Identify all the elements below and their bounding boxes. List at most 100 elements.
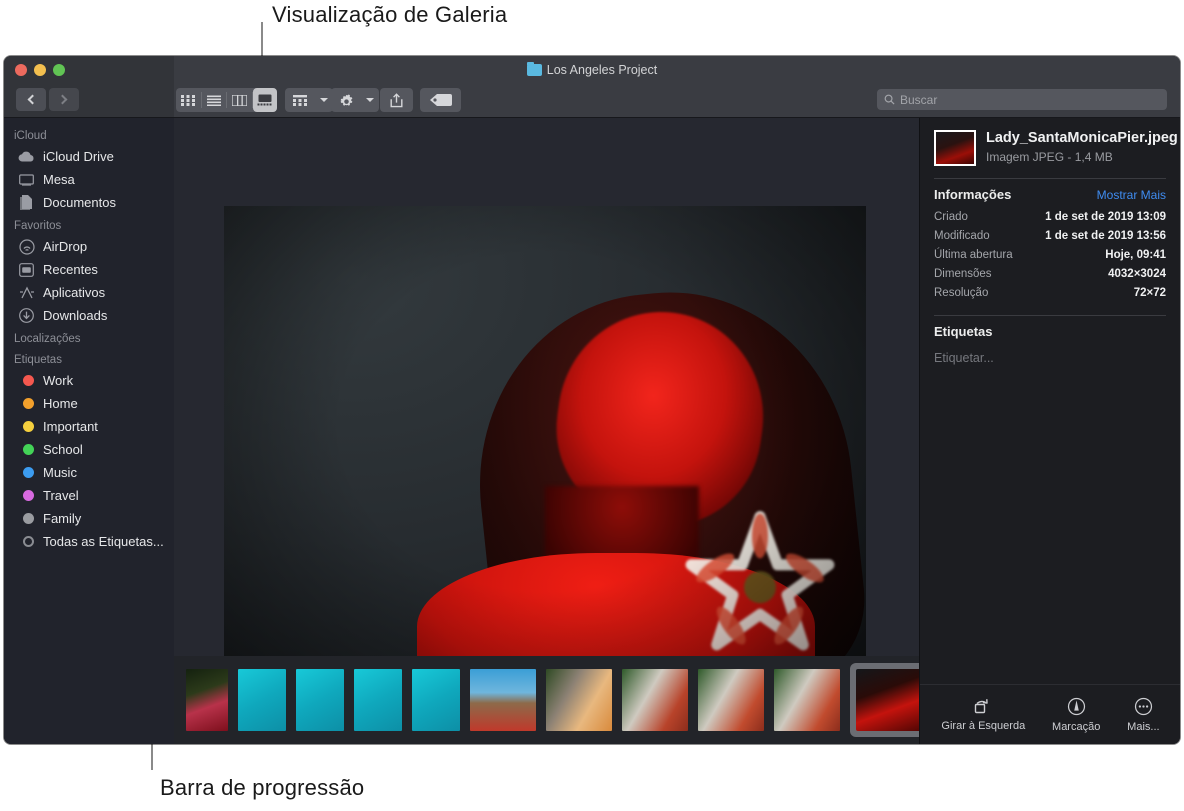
sidebar-item-label: Music — [43, 465, 77, 480]
finder-window: Los Angeles Project Buscar iCloud iCloud… — [4, 56, 1180, 744]
window-title-group: Los Angeles Project — [4, 56, 1180, 83]
sidebar-tag-all-tags[interactable]: Todas as Etiquetas... — [4, 530, 174, 553]
chevron-down-icon — [320, 98, 328, 102]
tag-dot-icon — [18, 487, 35, 504]
sidebar-item-desktop[interactable]: Mesa — [4, 168, 174, 191]
sidebar[interactable]: iCloud iCloud Drive Mesa Documentos Favo… — [4, 118, 174, 744]
sidebar-item-downloads[interactable]: Downloads — [4, 304, 174, 327]
applications-icon — [18, 284, 35, 301]
documents-icon — [18, 194, 35, 211]
more-action[interactable]: Mais... — [1127, 697, 1160, 733]
annotation-progress-bar: Barra de progressão — [160, 775, 365, 800]
quick-actions-bar: Girar à Esquerda Marcação Mais... — [920, 684, 1180, 744]
thumbnail-12-selected[interactable] — [850, 663, 919, 737]
sidebar-item-airdrop[interactable]: AirDrop — [4, 235, 174, 258]
toolbar: Buscar — [4, 83, 1180, 118]
share-button[interactable] — [380, 88, 413, 112]
info-row-dimensions: Dimensões 4032×3024 — [934, 265, 1166, 284]
back-chevron-icon — [27, 94, 38, 105]
sidebar-tag-important[interactable]: Important — [4, 415, 174, 438]
info-row-last-opened: Última abertura Hoje, 09:41 — [934, 246, 1166, 265]
preview-image[interactable] — [224, 206, 866, 688]
folder-icon — [526, 61, 542, 76]
info-row-key: Última abertura — [934, 249, 1013, 261]
thumbnail-4[interactable] — [354, 669, 402, 731]
sidebar-tag-music[interactable]: Music — [4, 461, 174, 484]
rotate-left-icon — [975, 699, 988, 714]
thumbnail-5[interactable] — [412, 669, 460, 731]
info-section: Informações Mostrar Mais Criado 1 de set… — [920, 179, 1180, 303]
tag-dot-icon — [18, 441, 35, 458]
action-label: Marcação — [1052, 720, 1101, 733]
forward-button[interactable] — [49, 88, 79, 111]
sidebar-item-label: Travel — [43, 488, 79, 503]
search-placeholder: Buscar — [900, 92, 938, 107]
info-row-resolution: Resolução 72×72 — [934, 284, 1166, 303]
sidebar-header-locations: Localizações — [14, 333, 81, 345]
icon-view-button[interactable] — [176, 88, 201, 112]
show-more-link[interactable]: Mostrar Mais — [1097, 188, 1166, 202]
tag-icon — [429, 94, 452, 106]
list-lines-icon — [206, 95, 221, 106]
sidebar-item-recents[interactable]: Recentes — [4, 258, 174, 281]
column-view-button[interactable] — [227, 88, 252, 112]
sidebar-tag-school[interactable]: School — [4, 438, 174, 461]
tag-input-placeholder[interactable]: Etiquetar... — [934, 345, 1166, 365]
sidebar-tag-home[interactable]: Home — [4, 392, 174, 415]
tag-button[interactable] — [420, 88, 461, 112]
tag-dot-icon — [18, 372, 35, 389]
sidebar-item-applications[interactable]: Aplicativos — [4, 281, 174, 304]
sidebar-item-documents[interactable]: Documentos — [4, 191, 174, 214]
title-bar: Los Angeles Project — [4, 56, 1180, 83]
sidebar-header-tags: Etiquetas — [14, 354, 62, 366]
tags-section-header: Etiquetas — [934, 316, 1166, 345]
markup-action[interactable]: Marcação — [1052, 697, 1100, 733]
chevron-down-icon — [366, 98, 374, 102]
thumbnail-2[interactable] — [238, 669, 286, 731]
thumbnail-8[interactable] — [622, 669, 688, 731]
airdrop-icon — [18, 238, 35, 255]
search-field[interactable]: Buscar — [877, 89, 1167, 110]
sidebar-tag-family[interactable]: Family — [4, 507, 174, 530]
tag-dot-icon — [18, 395, 35, 412]
sidebar-tag-travel[interactable]: Travel — [4, 484, 174, 507]
gear-icon-wrap — [331, 88, 361, 112]
sidebar-tag-work[interactable]: Work — [4, 369, 174, 392]
info-row-key: Resolução — [934, 287, 989, 299]
thumbnail-3[interactable] — [296, 669, 344, 731]
back-button[interactable] — [16, 88, 46, 111]
thumbnail-6[interactable] — [470, 669, 536, 731]
gallery-icon — [257, 94, 272, 106]
tag-dot-icon — [18, 418, 35, 435]
filmstrip[interactable] — [174, 656, 919, 744]
thumbnail-7[interactable] — [546, 669, 612, 731]
list-view-button[interactable] — [202, 88, 227, 112]
info-row-key: Modificado — [934, 230, 990, 242]
sidebar-item-icloud-drive[interactable]: iCloud Drive — [4, 145, 174, 168]
window-title: Los Angeles Project — [546, 62, 658, 77]
rotate-left-action[interactable]: Girar à Esquerda — [941, 697, 1025, 732]
sidebar-header-favorites: Favoritos — [14, 220, 62, 232]
info-section-header: Informações Mostrar Mais — [934, 179, 1166, 208]
info-row-created: Criado 1 de set de 2019 13:09 — [934, 208, 1166, 227]
sidebar-item-label: Important — [43, 419, 98, 434]
icon-grid-icon — [181, 94, 196, 106]
action-menu-button[interactable] — [331, 88, 379, 112]
share-icon — [390, 92, 403, 107]
sidebar-item-label: School — [43, 442, 83, 457]
group-items-icon-wrap — [285, 88, 315, 112]
thumbnail-9[interactable] — [698, 669, 764, 731]
thumbnail-1[interactable] — [186, 669, 228, 731]
info-row-key: Dimensões — [934, 268, 992, 280]
info-row-key: Criado — [934, 211, 968, 223]
info-row-value: 1 de set de 2019 13:56 — [1045, 230, 1166, 242]
sidebar-item-label: Documentos — [43, 195, 116, 210]
view-mode-segmented-control — [176, 88, 278, 112]
group-items-icon — [293, 94, 307, 106]
info-header: Lady_SantaMonicaPier.jpeg Imagem JPEG - … — [920, 118, 1180, 166]
thumbnail-10[interactable] — [774, 669, 840, 731]
gallery-view-button[interactable] — [252, 88, 278, 112]
group-by-button[interactable] — [285, 88, 333, 112]
sidebar-item-label: Recentes — [43, 262, 98, 277]
sidebar-item-label: Mesa — [43, 172, 75, 187]
